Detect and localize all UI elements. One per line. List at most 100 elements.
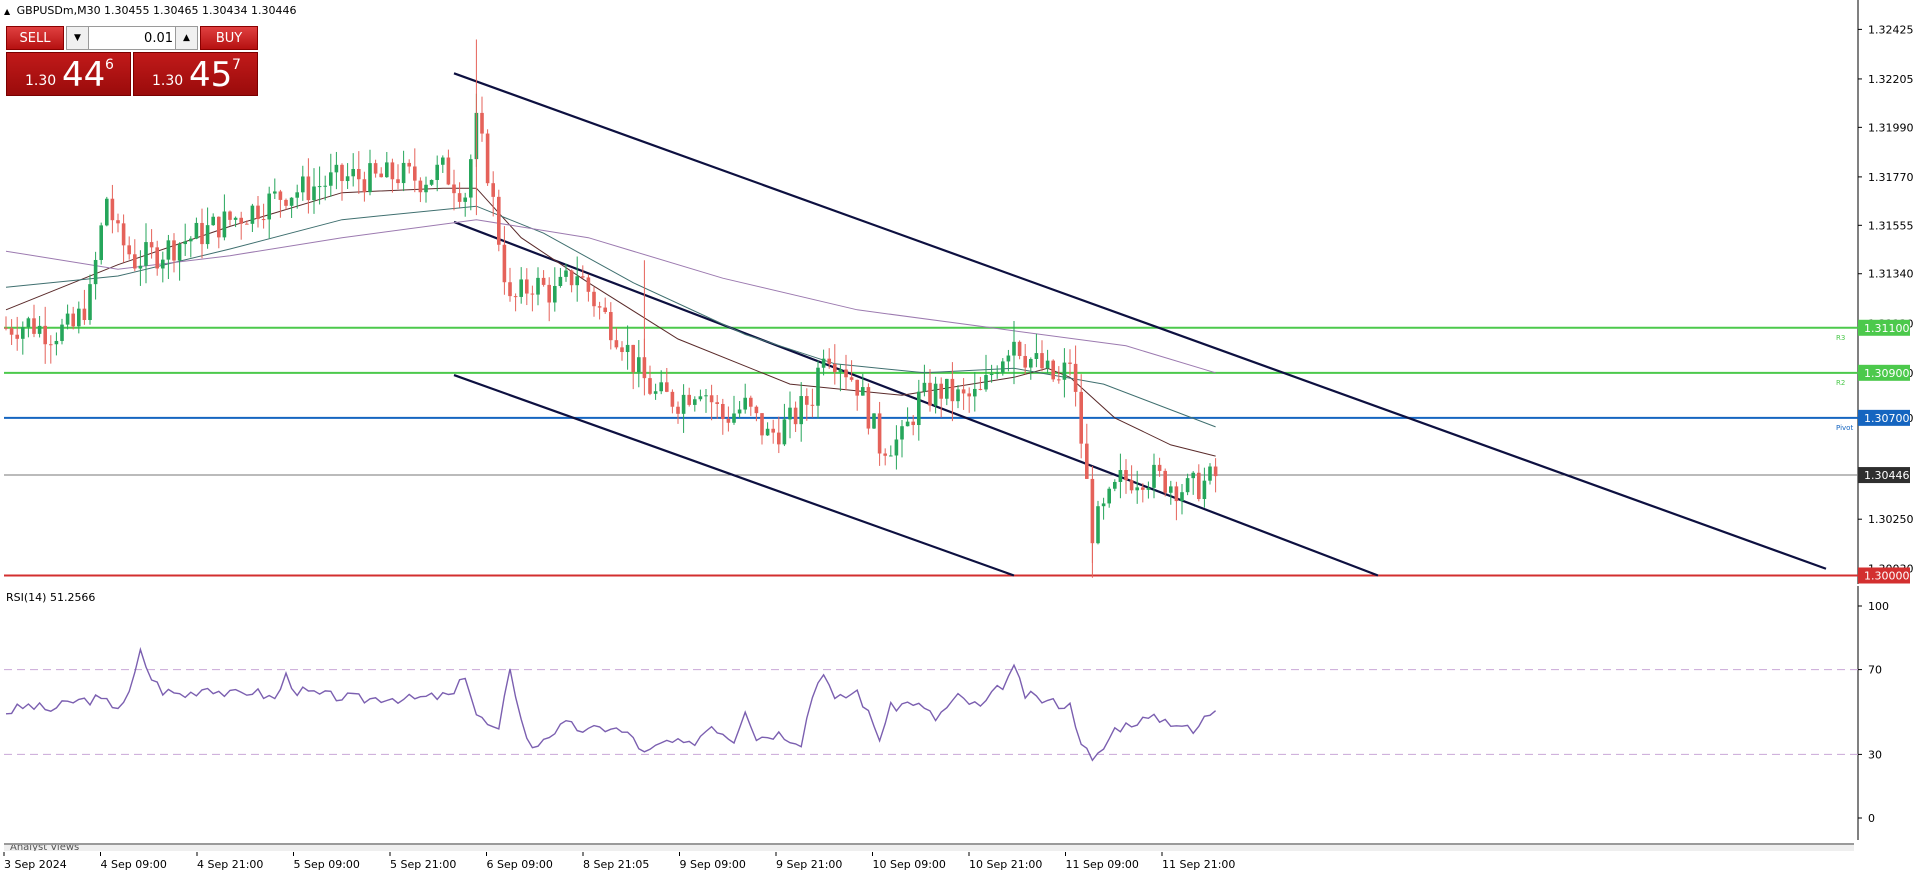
candle-body: [183, 241, 187, 245]
time-tick-label: 10 Sep 21:00: [969, 858, 1042, 871]
candle-body: [586, 277, 591, 292]
candle-body: [1152, 464, 1156, 488]
candle-body: [721, 403, 725, 419]
candle-body: [37, 325, 42, 334]
price-tick-label: 1.30250: [1868, 513, 1914, 526]
sell-price-pips: 44: [62, 55, 106, 95]
candle-body: [530, 293, 535, 295]
candle-body: [1107, 488, 1111, 504]
candle-body: [648, 378, 652, 394]
candle-body: [833, 363, 837, 372]
candle-body: [306, 176, 311, 201]
trading-chart-window: 1.32425 1.32205 1.31990 1.31770 1.31555 1.313…: [0, 0, 1916, 874]
candle-body: [480, 112, 484, 134]
level-name-label: R2: [1836, 379, 1845, 387]
candle-body: [564, 270, 568, 277]
rsi-tick-label: 100: [1868, 600, 1889, 613]
current-price-label: 1.30446: [1864, 469, 1910, 482]
analyst-views-label: Analyst Views: [10, 843, 80, 851]
price-tick-label: 1.32205: [1868, 73, 1914, 86]
symbol-info-bar: ▲ GBPUSDm,M30 1.30455 1.30465 1.30434 1.…: [4, 4, 297, 17]
candle-body: [4, 327, 8, 329]
candle-body: [821, 358, 826, 368]
candle-body: [1001, 361, 1005, 373]
candle-body: [149, 242, 154, 248]
level-price-label: 1.31100: [1864, 322, 1910, 335]
candle-body: [1169, 486, 1173, 493]
candle-body: [693, 399, 697, 405]
candle-body: [709, 395, 714, 403]
candle-body: [900, 426, 904, 440]
candle-body: [973, 388, 977, 397]
lot-size-input[interactable]: [91, 29, 173, 47]
candle-body: [827, 358, 831, 364]
price-tick-label: 1.31990: [1868, 121, 1914, 134]
level-price-label: 1.30000: [1864, 569, 1910, 582]
candle-body: [603, 307, 607, 313]
rsi-canvas[interactable]: RSI(14) 51.2566 100 70 30 0: [0, 586, 1916, 840]
candle-body: [77, 308, 81, 327]
sell-price-button[interactable]: 1.30 44 6: [6, 52, 131, 96]
one-click-trade-panel: SELL ▼ ▲ BUY 1.30 44 6 1.30 45 7: [6, 26, 258, 96]
candle-body: [469, 159, 473, 198]
sell-price-prefix: 1.30: [25, 73, 57, 89]
price-chart-pane[interactable]: 1.32425 1.32205 1.31990 1.31770 1.31555 1.313…: [0, 0, 1916, 584]
candle-body: [525, 279, 529, 294]
candle-body: [911, 421, 915, 426]
candle-body: [855, 379, 859, 396]
price-chart-canvas[interactable]: 1.32425 1.32205 1.31990 1.31770 1.31555 1.313…: [0, 0, 1916, 584]
buy-price-button[interactable]: 1.30 45 7: [133, 52, 258, 96]
buy-price-pips: 45: [189, 55, 233, 95]
candle-body: [424, 184, 428, 193]
candle-body: [211, 216, 215, 226]
price-tick-label: 1.31340: [1868, 268, 1914, 281]
lot-decrease-icon[interactable]: ▼: [67, 27, 89, 49]
candle-body: [569, 270, 574, 286]
candle-body: [345, 176, 350, 182]
candle-body: [665, 382, 669, 392]
time-tick-label: 11 Sep 21:00: [1162, 858, 1235, 871]
candle-body: [967, 393, 971, 397]
candle-body: [799, 396, 803, 425]
candle-body: [161, 259, 165, 269]
buy-button[interactable]: BUY: [200, 26, 258, 50]
candle-body: [1180, 492, 1184, 502]
rsi-tick-label: 0: [1868, 812, 1875, 825]
sell-button[interactable]: SELL: [6, 26, 64, 50]
candle-body: [289, 197, 294, 206]
collapse-triangle-icon[interactable]: ▲: [4, 7, 10, 16]
candle-body: [737, 409, 742, 414]
candle-body: [93, 259, 98, 285]
time-tick-label: 8 Sep 21:05: [583, 858, 649, 871]
lot-size-stepper[interactable]: ▼ ▲: [66, 26, 198, 50]
candle-body: [127, 245, 131, 255]
level-name-label: Pivot: [1836, 424, 1853, 432]
candle-body: [1085, 443, 1089, 479]
time-tick-label: 9 Sep 09:00: [680, 858, 746, 871]
rsi-indicator-pane[interactable]: RSI(14) 51.2566 100 70 30 0: [0, 586, 1916, 840]
candle-body: [625, 344, 630, 353]
lot-increase-icon[interactable]: ▲: [175, 27, 197, 49]
analyst-views-bar[interactable]: Analyst Views: [4, 843, 1854, 851]
candle-body: [21, 327, 25, 339]
candle-body: [866, 387, 871, 429]
candle-body: [754, 406, 759, 414]
candle-body: [9, 328, 14, 335]
candle-body: [189, 238, 193, 242]
candle-body: [295, 192, 299, 198]
candle-body: [502, 244, 507, 283]
buy-price-prefix: 1.30: [152, 73, 184, 89]
candle-body: [457, 193, 462, 202]
candle-body: [177, 244, 182, 261]
candle-body: [939, 383, 943, 399]
candle-body: [777, 432, 781, 445]
candle-body: [687, 394, 691, 405]
candle-body: [379, 173, 383, 178]
candle-body: [849, 377, 854, 380]
candle-body: [435, 164, 439, 180]
candle-body: [15, 334, 19, 339]
price-tick-label: 1.31555: [1868, 219, 1914, 232]
candle-body: [205, 225, 210, 245]
candle-body: [519, 279, 523, 297]
candle-body: [950, 378, 955, 402]
